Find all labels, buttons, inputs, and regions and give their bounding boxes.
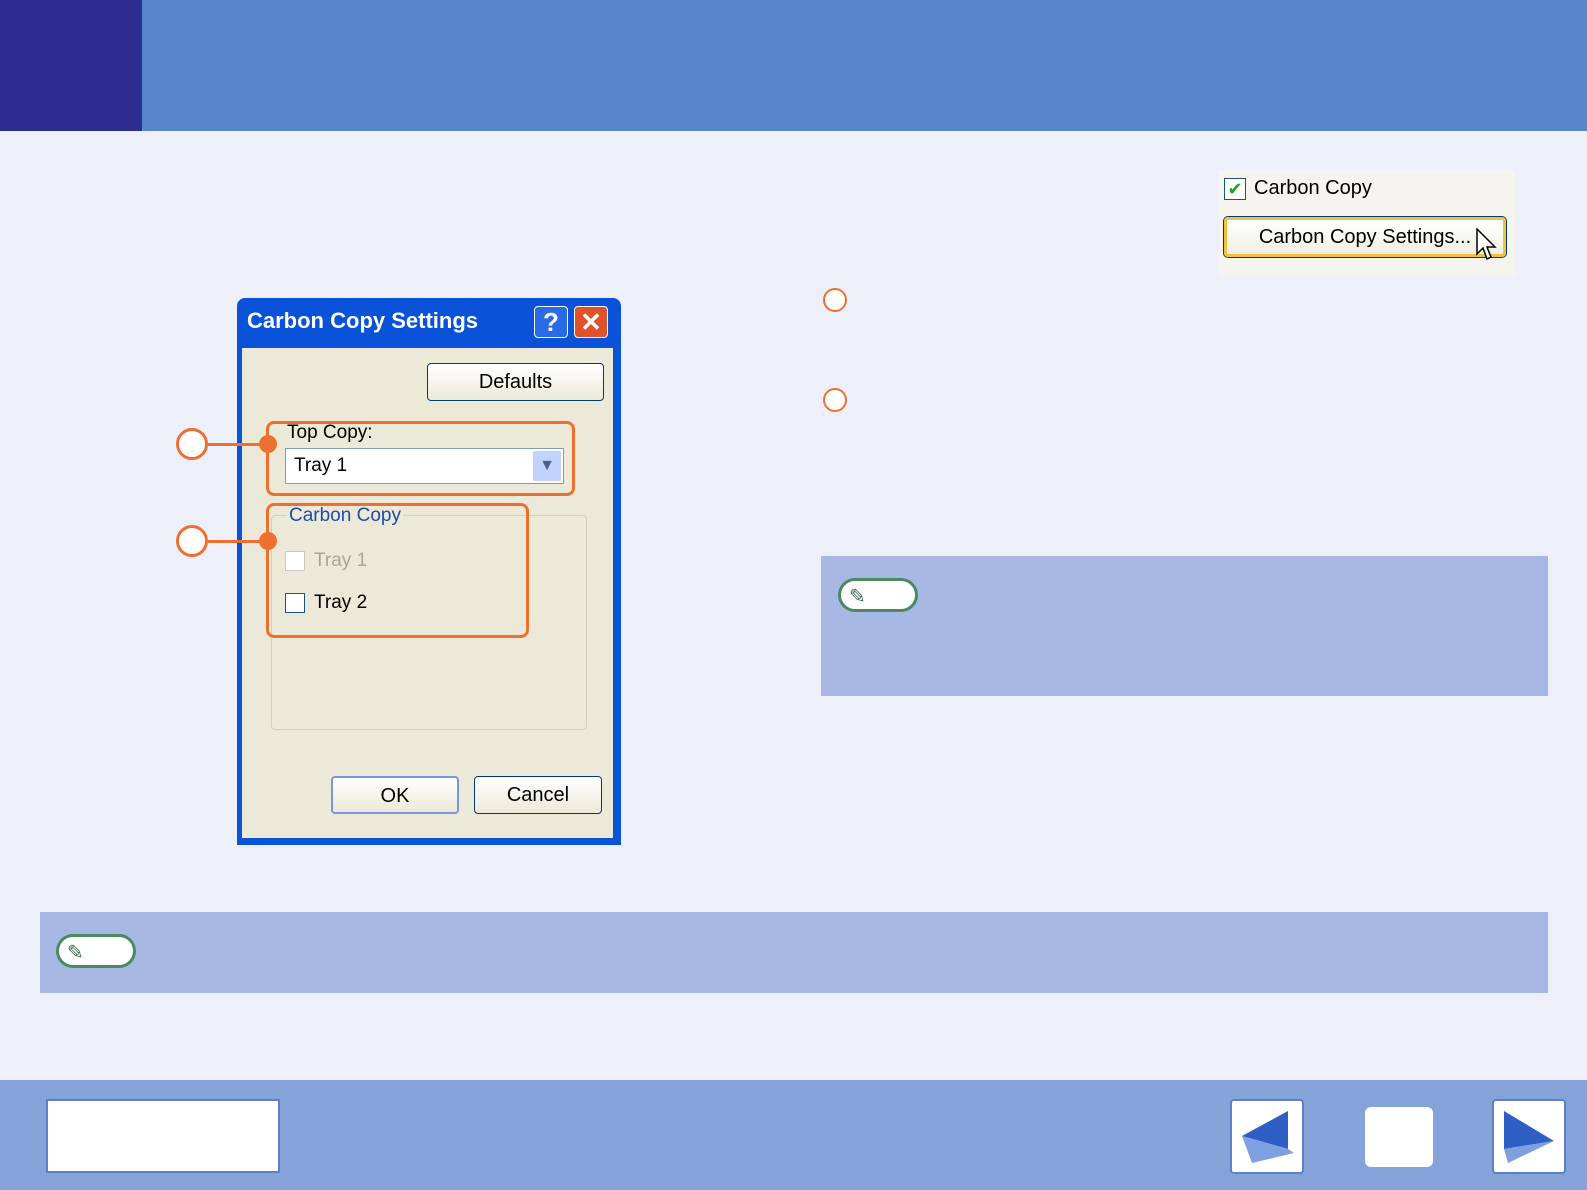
top-copy-highlight bbox=[266, 421, 575, 496]
step-circle-2 bbox=[823, 388, 847, 412]
callout-circle-1 bbox=[176, 428, 208, 460]
dialog-title: Carbon Copy Settings bbox=[247, 308, 479, 333]
left-arrow-icon bbox=[1242, 1111, 1294, 1163]
close-button[interactable]: ✕ bbox=[574, 306, 608, 338]
chapter-marker bbox=[0, 0, 142, 131]
note-panel-bottom: ✎ bbox=[40, 912, 1548, 993]
carbon-copy-highlight bbox=[266, 503, 529, 638]
previous-page-button[interactable] bbox=[1230, 1099, 1304, 1174]
pencil-icon: ✎ bbox=[67, 942, 84, 964]
cursor-icon bbox=[1476, 228, 1497, 261]
help-button[interactable]: ? bbox=[534, 306, 568, 338]
callout-circle-2 bbox=[176, 525, 208, 557]
callout-dot-1 bbox=[259, 435, 277, 453]
carbon-copy-settings-button[interactable]: Carbon Copy Settings... bbox=[1224, 217, 1506, 257]
index-button[interactable] bbox=[1365, 1107, 1433, 1167]
carbon-copy-checkbox-label: Carbon Copy bbox=[1254, 177, 1372, 199]
carbon-copy-inset: ✔ Carbon Copy Carbon Copy Settings... bbox=[1219, 170, 1515, 276]
cancel-button[interactable]: Cancel bbox=[474, 776, 602, 814]
contents-button[interactable] bbox=[46, 1099, 280, 1173]
note-badge: ✎ bbox=[56, 934, 136, 968]
header-bar bbox=[0, 0, 1587, 131]
callout-dot-2 bbox=[259, 532, 277, 550]
defaults-button[interactable]: Defaults bbox=[427, 363, 604, 401]
carbon-copy-checkbox[interactable]: ✔ bbox=[1224, 178, 1246, 200]
note-badge: ✎ bbox=[838, 578, 918, 612]
step-circle-1 bbox=[823, 288, 847, 312]
next-page-button[interactable] bbox=[1492, 1099, 1566, 1174]
pencil-icon: ✎ bbox=[849, 586, 866, 608]
note-panel: ✎ bbox=[821, 556, 1548, 696]
ok-button[interactable]: OK bbox=[331, 776, 459, 814]
right-arrow-icon bbox=[1504, 1111, 1554, 1163]
